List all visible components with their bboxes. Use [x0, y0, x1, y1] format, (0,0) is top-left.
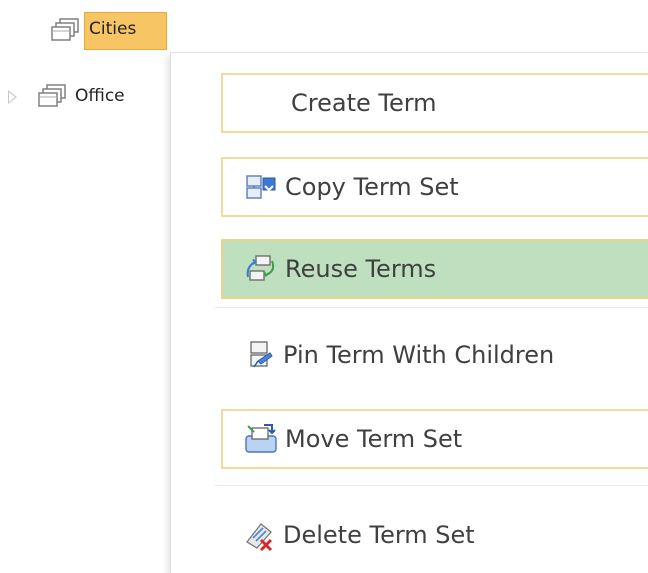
reuse-terms-menu-item[interactable]: Reuse Terms — [221, 239, 648, 299]
move-term-set-menu-item[interactable]: Move Term Set — [221, 409, 648, 469]
menu-item-label: Delete Term Set — [283, 521, 475, 549]
menu-item-label: Reuse Terms — [285, 255, 437, 283]
tree-node-label: Office — [75, 86, 125, 106]
copy-term-set-icon — [239, 169, 283, 205]
create-term-menu-item[interactable]: Create Term — [221, 73, 648, 133]
tree-node-label: Cities — [84, 12, 168, 50]
expand-arrow-icon[interactable] — [8, 90, 17, 104]
menu-separator — [215, 307, 648, 308]
move-term-set-icon — [239, 421, 283, 457]
tree-node-cities[interactable]: Cities — [48, 12, 168, 50]
menu-item-label: Pin Term With Children — [283, 341, 555, 369]
pin-term-icon — [237, 337, 281, 373]
menu-item-label: Move Term Set — [285, 425, 463, 453]
term-store-view: Cities Office Create Term Copy Term Set … — [0, 0, 648, 573]
menu-item-label: Copy Term Set — [285, 173, 459, 201]
tree-node-office[interactable]: Office — [8, 80, 133, 114]
reuse-terms-icon — [239, 251, 283, 287]
term-set-stack-icon — [51, 18, 79, 41]
delete-term-set-menu-item[interactable]: Delete Term Set — [221, 505, 648, 565]
menu-separator — [215, 485, 648, 486]
context-menu: Create Term Copy Term Set Reuse Terms Pi… — [170, 52, 648, 573]
delete-term-set-icon — [237, 517, 281, 553]
copy-term-set-menu-item[interactable]: Copy Term Set — [221, 157, 648, 217]
menu-item-label: Create Term — [291, 89, 437, 117]
term-set-stack-icon — [38, 84, 66, 107]
pin-term-with-children-menu-item[interactable]: Pin Term With Children — [221, 325, 648, 385]
